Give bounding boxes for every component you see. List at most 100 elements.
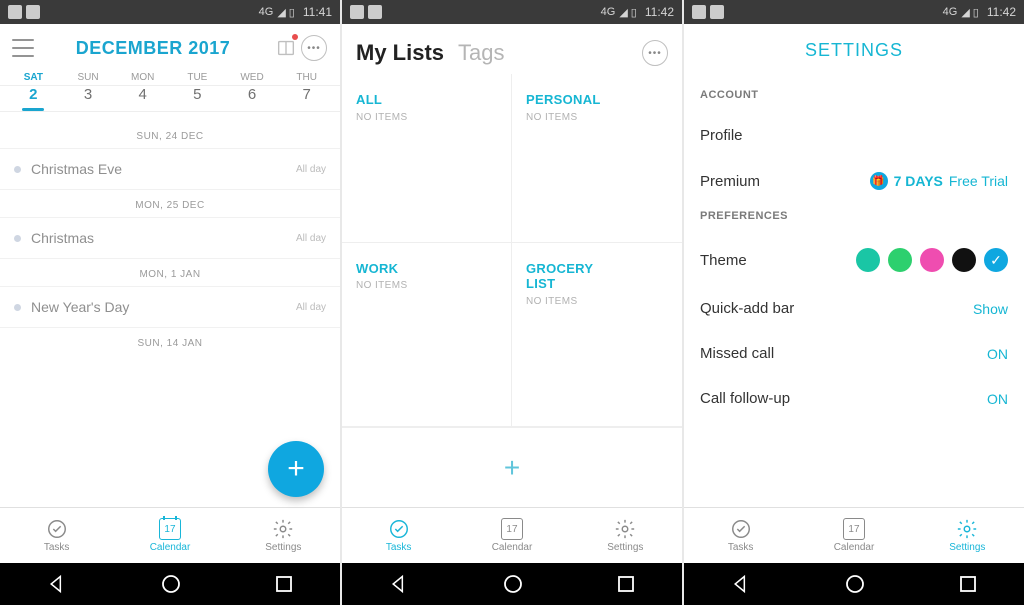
phone-calendar: 4G ◢ ▯ 11:41 DECEMBER 2017 ••• SAT SUN M… (0, 0, 340, 605)
date-cell[interactable]: 3 (61, 86, 116, 111)
notif-icon (710, 5, 724, 19)
add-list-button[interactable]: + (342, 427, 682, 507)
theme-swatch[interactable] (920, 248, 944, 272)
event-title: Christmas Eve (31, 161, 296, 177)
status-bar: 4G ◢ ▯ 11:41 (0, 0, 340, 24)
nav-tasks[interactable]: Tasks (342, 508, 455, 563)
more-button[interactable]: ••• (642, 40, 668, 66)
weekday-label[interactable]: THU (279, 68, 334, 85)
notifications-button[interactable] (272, 34, 300, 62)
back-key[interactable] (47, 574, 67, 594)
calendar-icon-date: 17 (506, 524, 517, 535)
bottom-nav: Tasks 17 Calendar Settings (342, 507, 682, 563)
hamburger-icon[interactable] (12, 39, 34, 57)
notification-dot-icon (292, 34, 298, 40)
calendar-icon-date: 17 (848, 524, 859, 535)
agenda-date-header: SUN, 14 JAN (0, 328, 340, 355)
add-fab-button[interactable]: + (268, 441, 324, 497)
recent-key[interactable] (275, 575, 293, 593)
clock: 11:41 (303, 5, 332, 19)
calendar-icon-date: 17 (164, 524, 175, 535)
weekday-label[interactable]: SAT (6, 68, 61, 85)
battery-icon: ▯ (631, 6, 637, 19)
lists-title[interactable]: My Lists (356, 40, 444, 66)
tags-tab[interactable]: Tags (458, 40, 504, 66)
nav-settings[interactable]: Settings (911, 508, 1024, 563)
network-label: 4G (943, 6, 958, 18)
gift-icon: 🎁 (870, 172, 888, 190)
phone-lists: 4G ◢ ▯ 11:42 My Lists Tags ••• ALL NO IT… (342, 0, 682, 605)
agenda-event[interactable]: Christmas Eve All day (0, 148, 340, 190)
event-allday: All day (296, 164, 326, 175)
status-bar: 4G ◢ ▯ 11:42 (342, 0, 682, 24)
row-label: Premium (700, 173, 760, 190)
row-premium[interactable]: Premium 🎁 7 DAYS Free Trial (684, 158, 1024, 204)
nav-tasks[interactable]: Tasks (0, 508, 113, 563)
row-value: ON (987, 346, 1008, 362)
home-key[interactable] (161, 574, 181, 594)
nav-label: Settings (949, 542, 985, 553)
nav-label: Calendar (150, 542, 191, 553)
weekday-label[interactable]: SUN (61, 68, 116, 85)
nav-settings[interactable]: Settings (569, 508, 682, 563)
weekday-row: SAT SUN MON TUE WED THU (0, 68, 340, 86)
back-key[interactable] (731, 574, 751, 594)
recent-key[interactable] (617, 575, 635, 593)
signal-icon: ◢ (619, 6, 626, 19)
agenda-event[interactable]: New Year's Day All day (0, 286, 340, 328)
home-key[interactable] (845, 574, 865, 594)
theme-swatch-selected[interactable]: ✓ (984, 248, 1008, 272)
row-label: Call follow-up (700, 390, 790, 407)
date-cell[interactable]: 7 (279, 86, 334, 111)
row-profile[interactable]: Profile (684, 113, 1024, 158)
back-key[interactable] (389, 574, 409, 594)
date-cell[interactable]: 5 (170, 86, 225, 111)
weekday-label[interactable]: MON (115, 68, 170, 85)
nav-tasks[interactable]: Tasks (684, 508, 797, 563)
list-item[interactable]: WORK NO ITEMS (342, 243, 512, 427)
theme-swatch[interactable] (952, 248, 976, 272)
agenda-date-header: MON, 1 JAN (0, 259, 340, 286)
agenda-event[interactable]: Christmas All day (0, 217, 340, 259)
event-title: New Year's Day (31, 299, 296, 315)
weekday-label[interactable]: WED (225, 68, 280, 85)
list-name: ALL (356, 92, 497, 108)
nav-label: Tasks (728, 542, 754, 553)
event-dot-icon (14, 235, 21, 242)
recent-key[interactable] (959, 575, 977, 593)
notif-icon (26, 5, 40, 19)
row-label: Missed call (700, 345, 774, 362)
theme-swatch[interactable] (856, 248, 880, 272)
list-item[interactable]: GROCERY LIST NO ITEMS (512, 243, 682, 427)
row-missed-call[interactable]: Missed call ON (684, 331, 1024, 376)
nav-label: Tasks (386, 542, 412, 553)
list-name: PERSONAL (526, 92, 668, 108)
row-call-followup[interactable]: Call follow-up ON (684, 376, 1024, 421)
nav-calendar[interactable]: 17 Calendar (113, 508, 226, 563)
nav-calendar[interactable]: 17 Calendar (797, 508, 910, 563)
date-cell[interactable]: 4 (115, 86, 170, 111)
home-key[interactable] (503, 574, 523, 594)
month-title[interactable]: DECEMBER 2017 (34, 38, 272, 59)
date-cell[interactable]: 2 (6, 86, 61, 111)
battery-icon: ▯ (289, 6, 295, 19)
bottom-nav: Tasks 17 Calendar Settings (0, 507, 340, 563)
row-quickadd[interactable]: Quick-add bar Show (684, 286, 1024, 331)
event-dot-icon (14, 166, 21, 173)
theme-swatch[interactable] (888, 248, 912, 272)
phone-settings: 4G ◢ ▯ 11:42 SETTINGS ACCOUNT Profile Pr… (684, 0, 1024, 605)
date-cell[interactable]: 6 (225, 86, 280, 111)
nav-calendar[interactable]: 17 Calendar (455, 508, 568, 563)
list-item[interactable]: ALL NO ITEMS (342, 74, 512, 243)
row-label: Theme (700, 252, 747, 269)
nav-settings[interactable]: Settings (227, 508, 340, 563)
list-name: WORK (356, 261, 497, 277)
more-button[interactable]: ••• (300, 34, 328, 62)
event-title: Christmas (31, 230, 296, 246)
bottom-nav: Tasks 17 Calendar Settings (684, 507, 1024, 563)
list-item[interactable]: PERSONAL NO ITEMS (512, 74, 682, 243)
nav-label: Settings (265, 542, 301, 553)
signal-icon: ◢ (277, 6, 284, 19)
row-theme[interactable]: Theme ✓ (684, 234, 1024, 286)
weekday-label[interactable]: TUE (170, 68, 225, 85)
